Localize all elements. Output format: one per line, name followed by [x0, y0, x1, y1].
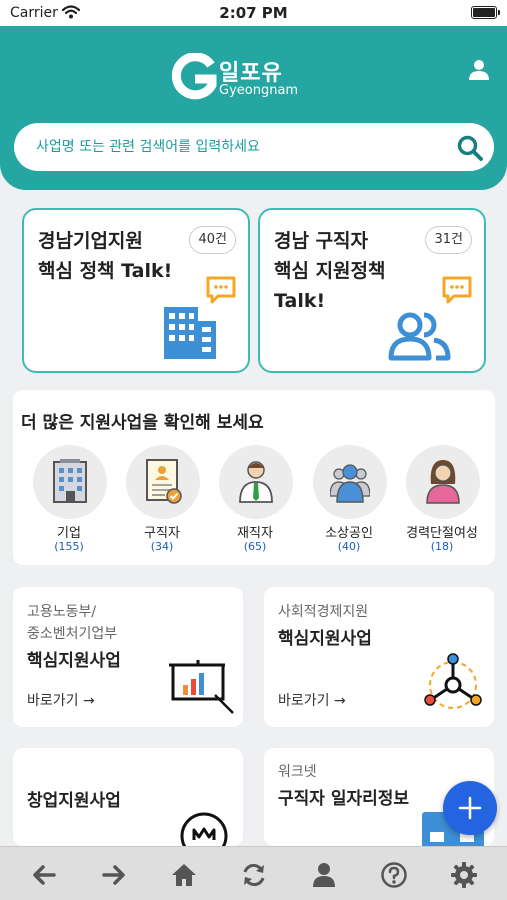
bottom-toolbar	[0, 846, 507, 900]
logo-g-icon	[171, 53, 217, 100]
program-card-labor-ministry[interactable]: 고용노동부/ 중소벤처기업부 핵심지원사업 바로가기 →	[13, 587, 243, 727]
office-building-icon	[53, 459, 87, 503]
refresh-icon[interactable]	[240, 861, 268, 889]
small-business-icon	[330, 464, 370, 503]
forward-icon[interactable]	[100, 861, 128, 889]
category-count: (65)	[243, 540, 267, 553]
battery-icon	[471, 6, 500, 19]
category-label: 소상공인	[325, 526, 373, 541]
program-card-subtitle: 고용노동부/ 중소벤처기업부	[27, 604, 118, 642]
category-label: 경력단절여성	[406, 526, 478, 541]
category-label: 기업	[57, 526, 81, 541]
talk-card-count: 40건	[189, 226, 236, 254]
talk-card-business[interactable]: 경남기업지원 핵심 정책 Talk! 40건	[22, 208, 250, 373]
profile-icon[interactable]	[310, 861, 338, 889]
talk-card-jobseeker[interactable]: 경남 구직자 핵심 지원정책 Talk! 31건	[258, 208, 486, 373]
resume-icon	[146, 459, 182, 504]
help-icon[interactable]	[380, 861, 408, 889]
search-input[interactable]	[36, 123, 436, 171]
program-card-title: 창업지원사업	[27, 791, 121, 811]
category-count: (155)	[54, 540, 84, 553]
go-link[interactable]: 바로가기 →	[278, 690, 346, 710]
home-icon[interactable]	[170, 861, 198, 889]
chat-bubble-icon	[442, 276, 472, 304]
go-link[interactable]: 바로가기 →	[27, 690, 95, 710]
logo-english-text: Gyeongnam	[219, 83, 299, 98]
category-count: (18)	[430, 540, 454, 553]
category-count: (40)	[337, 540, 361, 553]
category-business[interactable]: 기업 (155)	[29, 445, 109, 555]
people-icon	[388, 312, 451, 361]
search-icon[interactable]	[456, 134, 484, 162]
startup-icon	[180, 812, 228, 846]
status-bar: Carrier 2:07 PM	[0, 0, 507, 26]
add-button[interactable]	[443, 781, 497, 835]
employee-icon	[239, 461, 273, 503]
back-icon[interactable]	[30, 861, 58, 889]
program-card-subtitle: 사회적경제지원	[278, 604, 369, 620]
category-jobseeker[interactable]: 구직자 (34)	[122, 445, 202, 555]
program-card-subtitle: 워크넷	[278, 764, 317, 780]
program-card-social-economy[interactable]: 사회적경제지원 핵심지원사업 바로가기 →	[264, 587, 494, 727]
category-label: 구직자	[144, 526, 180, 541]
search-bar	[14, 123, 494, 171]
network-icon	[424, 653, 482, 709]
settings-icon[interactable]	[450, 861, 478, 889]
talk-card-title: 경남기업지원 핵심 정책 Talk!	[38, 230, 173, 282]
app-header: 일포유 Gyeongnam	[0, 26, 507, 190]
category-label: 재직자	[237, 526, 273, 541]
user-icon[interactable]	[467, 58, 491, 82]
status-time: 2:07 PM	[219, 4, 288, 22]
category-employee[interactable]: 재직자 (65)	[215, 445, 295, 555]
program-card-title: 핵심지원사업	[278, 629, 372, 649]
program-card-title: 구직자 일자리정보	[278, 789, 410, 809]
program-card-startup[interactable]: 창업지원사업	[13, 748, 243, 846]
plus-icon	[458, 796, 482, 820]
app-logo[interactable]: 일포유 Gyeongnam	[171, 53, 311, 103]
talk-card-title: 경남 구직자 핵심 지원정책 Talk!	[274, 230, 386, 312]
talk-card-count: 31건	[425, 226, 472, 254]
category-career-break-women[interactable]: 경력단절여성 (18)	[402, 445, 482, 555]
program-card-title: 핵심지원사업	[27, 651, 121, 671]
building-icon	[164, 307, 216, 359]
section-heading: 더 많은 지원사업을 확인해 보세요	[21, 413, 264, 433]
category-count: (34)	[150, 540, 174, 553]
woman-icon	[426, 460, 460, 504]
presentation-chart-icon	[169, 660, 234, 714]
more-programs-section: 더 많은 지원사업을 확인해 보세요 기업 (155) 구직자 (34) 재직자…	[13, 390, 495, 565]
category-small-business[interactable]: 소상공인 (40)	[309, 445, 389, 555]
chat-bubble-icon	[206, 276, 236, 304]
